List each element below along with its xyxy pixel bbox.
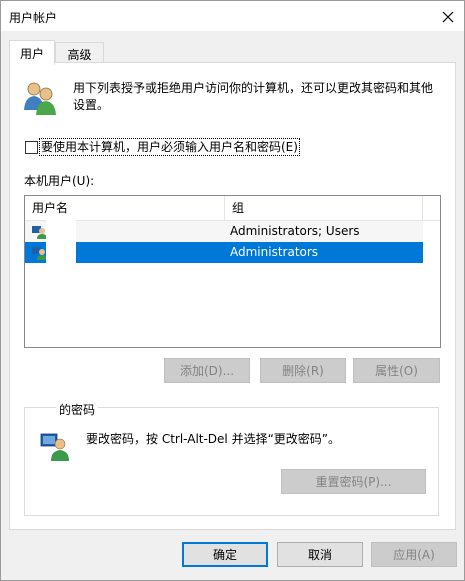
- table-row-selected[interactable]: Administrators: [25, 239, 423, 266]
- tab-advanced-label: 高级: [67, 47, 92, 62]
- password-group-title: 的密码: [56, 401, 99, 418]
- cell-group: Administrators: [230, 245, 319, 259]
- intro-text: 用下列表授予或拒绝用户访问你的计算机，还可以更改其密码和其他设置。: [73, 81, 434, 112]
- password-instruction-text: 要改密码，按 Ctrl-Alt-Del 并选择“更改密码”。: [86, 432, 341, 446]
- password-groupbox: [24, 407, 439, 516]
- cell-group: Administrators; Users: [230, 224, 360, 238]
- user-account-icon: [31, 244, 47, 263]
- apply-button[interactable]: 应用(A): [371, 542, 457, 567]
- window-title: 用户帐户: [9, 11, 58, 25]
- column-header-username[interactable]: 用户名: [25, 196, 224, 220]
- tab-users-label: 用户: [19, 46, 44, 61]
- users-group-icon: [22, 80, 58, 119]
- user-password-icon: [40, 430, 72, 465]
- column-header-group[interactable]: 组: [225, 196, 423, 220]
- cancel-button[interactable]: 取消: [277, 542, 363, 567]
- local-users-label: 本机用户(U):: [24, 174, 95, 188]
- require-login-checkbox[interactable]: [25, 141, 38, 154]
- close-icon: [442, 11, 454, 22]
- column-divider[interactable]: [422, 196, 423, 220]
- reset-password-button[interactable]: 重置密码(P)...: [281, 469, 426, 494]
- list-header: 用户名 组: [25, 196, 440, 221]
- tab-users[interactable]: 用户: [9, 40, 55, 65]
- remove-user-button[interactable]: 删除(R): [260, 358, 346, 383]
- add-user-button[interactable]: 添加(D)...: [164, 358, 250, 383]
- title-bar[interactable]: 用户帐户: [1, 1, 464, 31]
- ok-button[interactable]: 确定: [182, 542, 268, 567]
- properties-button[interactable]: 属性(O): [353, 358, 440, 383]
- require-login-label[interactable]: 要使用本计算机，用户必须输入用户名和密码(E): [39, 138, 300, 156]
- username-redacted: [46, 239, 76, 266]
- users-listview[interactable]: 用户名 组 Administrators; Users Administrato…: [24, 195, 441, 348]
- user-account-icon: [31, 223, 47, 242]
- close-button[interactable]: [431, 2, 465, 31]
- table-row[interactable]: Administrators; Users: [25, 218, 423, 245]
